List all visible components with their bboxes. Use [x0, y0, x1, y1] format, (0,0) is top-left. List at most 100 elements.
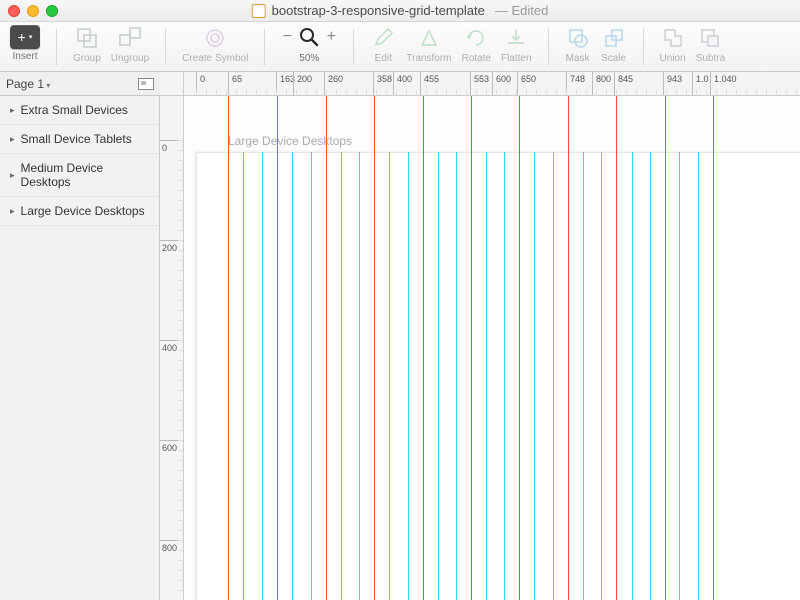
layer-item[interactable]: ▸Medium Device Desktops [0, 154, 159, 197]
ungroup-button[interactable]: Ungroup [111, 25, 149, 64]
mask-button[interactable]: Mask [565, 25, 591, 64]
column-guide [601, 152, 602, 600]
subtract-button[interactable]: Subtra [696, 25, 725, 64]
ruler-minor-tick [606, 90, 607, 96]
ruler-minor-tick [178, 360, 184, 361]
transform-label: Transform [406, 53, 451, 64]
column-guide [292, 152, 293, 600]
artboard-list-icon[interactable] [138, 78, 154, 90]
union-button[interactable]: Union [660, 25, 686, 64]
ruler-minor-tick [756, 90, 757, 96]
insert-label: Insert [12, 51, 37, 62]
union-icon [660, 25, 686, 51]
zoom-level-label[interactable]: 50% [299, 53, 319, 64]
window-title: bootstrap-3-responsive-grid-template — E… [252, 3, 549, 18]
ruler-minor-tick [178, 400, 184, 401]
column-guide [243, 152, 244, 600]
create-symbol-button[interactable]: Create Symbol [182, 25, 248, 64]
ruler-minor-tick [746, 90, 747, 96]
canvas[interactable]: Large Device Desktops [184, 96, 800, 600]
transform-button[interactable]: Transform [406, 25, 451, 64]
edit-button[interactable]: Edit [370, 25, 396, 64]
close-window-button[interactable] [8, 5, 20, 17]
ruler-minor-tick [576, 90, 577, 96]
toolbar-separator [264, 29, 265, 65]
ruler-guide[interactable] [277, 96, 278, 600]
ruler-guide[interactable] [519, 96, 520, 600]
ruler-origin[interactable] [160, 72, 184, 96]
ruler-minor-tick [196, 90, 197, 96]
ruler-guide[interactable] [423, 96, 424, 600]
layer-item[interactable]: ▸Small Device Tablets [0, 125, 159, 154]
ruler-minor-tick [178, 270, 184, 271]
ruler-tick: 1.040 [710, 72, 711, 96]
ruler-minor-tick [616, 90, 617, 96]
flatten-button[interactable]: Flatten [501, 25, 532, 64]
filename-label: bootstrap-3-responsive-grid-template [272, 3, 485, 18]
ruler-guide[interactable] [665, 96, 666, 600]
column-guide [359, 152, 360, 600]
ruler-minor-tick [178, 280, 184, 281]
ruler-minor-tick [178, 500, 184, 501]
ruler-guide[interactable] [471, 96, 472, 600]
disclosure-triangle-icon: ▸ [10, 206, 15, 217]
ruler-minor-tick [178, 210, 184, 211]
insert-button[interactable]: + Insert [10, 25, 40, 62]
ruler-minor-tick [178, 520, 184, 521]
ruler-guide[interactable] [228, 96, 229, 600]
layer-name: Large Device Desktops [21, 204, 145, 218]
scale-button[interactable]: Scale [601, 25, 627, 64]
maximize-window-button[interactable] [46, 5, 58, 17]
group-icon [74, 25, 100, 51]
ruler-minor-tick [516, 90, 517, 96]
zoom-out-button[interactable]: − [281, 28, 293, 46]
union-label: Union [660, 53, 686, 64]
ruler-guide[interactable] [374, 96, 375, 600]
ruler-minor-tick [306, 90, 307, 96]
ruler-guide[interactable] [616, 96, 617, 600]
ruler-minor-tick [456, 90, 457, 96]
canvas-area[interactable]: 0651632002603584004555536006507488008459… [160, 72, 800, 600]
column-guide [553, 152, 554, 600]
ruler-minor-tick [486, 90, 487, 96]
magnifier-icon[interactable] [299, 27, 319, 47]
ruler-guide[interactable] [326, 96, 327, 600]
minimize-window-button[interactable] [27, 5, 39, 17]
layer-name: Medium Device Desktops [21, 161, 151, 189]
scale-icon [601, 25, 627, 51]
ruler-minor-tick [496, 90, 497, 96]
zoom-in-button[interactable]: + [325, 28, 337, 46]
ruler-tick: 1.0 [692, 72, 693, 96]
artboard-title[interactable]: Large Device Desktops [228, 134, 352, 148]
ruler-tick: 800 [592, 72, 593, 96]
ruler-minor-tick [178, 490, 184, 491]
ruler-minor-tick [796, 90, 797, 96]
horizontal-ruler[interactable]: 0651632002603584004555536006507488008459… [184, 72, 800, 96]
ruler-minor-tick [178, 230, 184, 231]
ruler-minor-tick [526, 90, 527, 96]
disclosure-triangle-icon: ▸ [10, 134, 15, 145]
ruler-tick: 943 [663, 72, 664, 96]
ruler-guide[interactable] [713, 96, 714, 600]
ruler-minor-tick [178, 550, 184, 551]
ruler-minor-tick [566, 90, 567, 96]
layer-item[interactable]: ▸ Large Device Desktops [0, 197, 159, 226]
mask-icon [565, 25, 591, 51]
toolbar: + Insert Group Ungroup Create Symbol − +… [0, 22, 800, 72]
pages-label: Page 1 [6, 77, 50, 91]
flatten-label: Flatten [501, 53, 532, 64]
artboard[interactable] [196, 152, 800, 600]
ruler-minor-tick [178, 140, 184, 141]
group-button[interactable]: Group [73, 25, 101, 64]
rotate-button[interactable]: Rotate [462, 25, 491, 64]
vertical-ruler[interactable]: 0200400600800 [160, 96, 184, 600]
ruler-minor-tick [366, 90, 367, 96]
pages-dropdown[interactable]: Page 1 [0, 72, 160, 96]
ruler-minor-tick [696, 90, 697, 96]
layer-item[interactable]: ▸Extra Small Devices [0, 96, 159, 125]
column-guide [698, 152, 699, 600]
ruler-minor-tick [666, 90, 667, 96]
ruler-guide[interactable] [568, 96, 569, 600]
column-guide [504, 152, 505, 600]
main-area: Page 1 ▸Extra Small Devices▸Small Device… [0, 72, 800, 600]
